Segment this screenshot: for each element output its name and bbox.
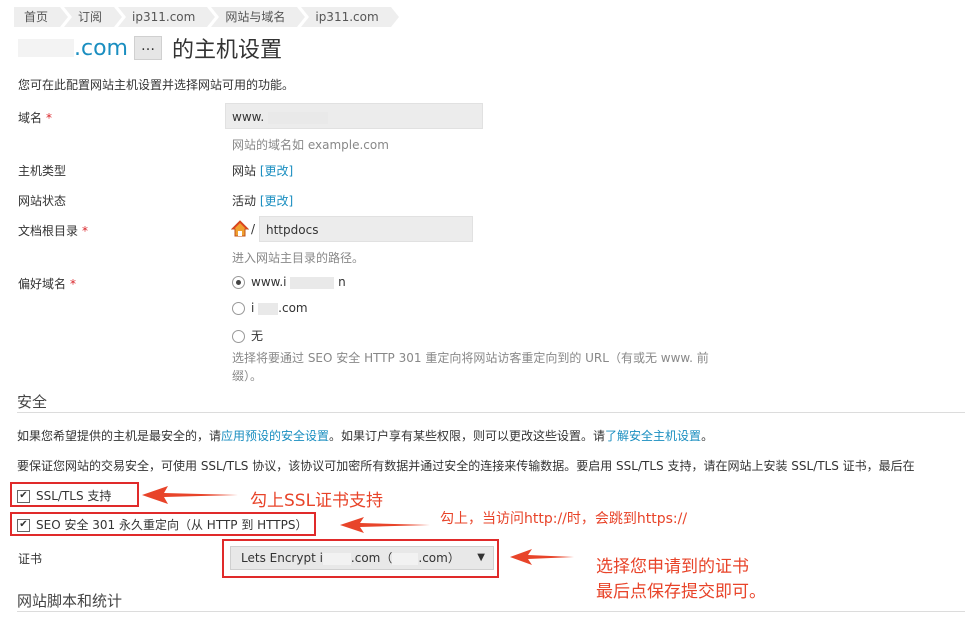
security-paragraph: 如果您希望提供的主机是最安全的，请应用预设的安全设置。如果订户享有某些权限，则可… [17,427,713,444]
ssl-support-checkbox[interactable]: ✔ SSL/TLS 支持 [17,487,111,504]
checkmark-icon[interactable]: ✔ [17,519,30,532]
chevron-down-icon[interactable]: ▼ [477,547,485,569]
preferred-domain-hint-line2: 缀）。 [232,369,263,383]
redacted-text [392,552,419,565]
certificate-label: 证书 [18,552,43,566]
seo-redirect-label: SEO 安全 301 永久重定向（从 HTTP 到 HTTPS） [36,518,308,532]
redacted-text [258,302,279,315]
doc-root-input-value: httpdocs [266,223,319,237]
breadcrumb-home[interactable]: 首页 [14,7,69,27]
option-label: www.i [251,275,287,289]
breadcrumb-subscriptions[interactable]: 订阅 [64,7,123,27]
annotation-redirect: 勾上，当访问http://时，会跳到https:// [440,511,688,527]
domain-label-text: 域名 [18,111,43,125]
page-description: 您可在此配置网站主机设置并选择网站可用的功能。 [18,78,295,92]
radio-unselected[interactable] [232,302,245,315]
left-arrow-icon [142,486,238,504]
section-divider [17,412,965,413]
page-title: .com … 的主机设置 [18,32,282,64]
security-section-title: 安全 [17,393,48,411]
host-type-change-link[interactable]: [更改] [260,164,293,178]
apply-preset-link[interactable]: 应用预设的安全设置 [221,429,329,443]
domain-input-value: www. [232,110,265,124]
preferred-domain-hint-line1: 选择将要通过 SEO 安全 HTTP 301 重定向将网站访客重定向到的 URL… [232,351,709,365]
certificate-select[interactable]: Lets Encrypt i .com（ .com） ▼ [230,546,494,570]
certificate-value: Lets Encrypt i [241,551,323,565]
scripts-section-title: 网站脚本和统计 [17,592,123,610]
left-arrow-icon [510,549,574,565]
option-label-suffix: .com [278,301,308,315]
breadcrumb-subscription[interactable]: ip311.com [118,7,216,27]
radio-selected[interactable] [232,276,245,289]
learn-secure-hosting-link[interactable]: 了解安全主机设置 [605,429,701,443]
option-label: i [251,301,255,315]
doc-root-input[interactable]: httpdocs [259,216,473,242]
annotation-certificate-line1: 选择您申请到的证书 [596,557,749,577]
redacted-text [18,39,74,57]
more-button[interactable]: … [133,36,162,60]
domain-hint: 网站的域名如 example.com [232,138,389,152]
redacted-text [322,552,351,565]
preferred-domain-label: 偏好域名 * [18,275,76,292]
required-mark: * [46,111,53,125]
certificate-value: .com（ [350,551,393,565]
title-domain: .com [74,35,128,61]
option-label: 无 [251,329,264,343]
redacted-text [267,111,328,124]
title-heading: 的主机设置 [171,38,282,63]
site-status-label: 网站状态 [18,194,67,208]
breadcrumb-current-domain[interactable]: ip311.com [301,7,400,27]
redacted-text [290,276,335,289]
site-status-change-link[interactable]: [更改] [260,194,293,208]
doc-root-hint: 进入网站主目录的路径。 [232,251,365,265]
radio-unselected[interactable] [232,330,245,343]
breadcrumb-websites-domains[interactable]: 网站与域名 [211,7,306,27]
preferred-domain-option-bare[interactable]: i .com [232,301,308,315]
security-text: 如果您希望提供的主机是最安全的，请 [17,429,222,443]
annotation-certificate-line2: 最后点保存提交即可。 [596,582,766,602]
doc-root-label: 文档根目录 * [18,222,88,239]
option-label-suffix: n [338,275,346,289]
security-text: 。如果订户享有某些权限，则可以更改这些设置。请 [329,429,606,443]
security-text: 。 [701,429,714,443]
breadcrumb: 首页 订阅 ip311.com 网站与域名 ip311.com [14,7,400,27]
certificate-value: .com） [418,551,460,565]
preferred-domain-option-none[interactable]: 无 [232,327,263,344]
domain-label: 域名 * [18,109,52,126]
ssl-support-label: SSL/TLS 支持 [36,489,112,503]
host-type-value: 网站 [232,164,257,178]
ssl-paragraph: 要保证您网站的交易安全，可使用 SSL/TLS 协议，该协议可加密所有数据并通过… [17,459,915,473]
annotation-ssl: 勾上SSL证书支持 [250,491,384,511]
domain-input[interactable]: www. [225,103,483,129]
required-mark: * [70,277,77,291]
host-type-label: 主机类型 [18,164,67,178]
left-arrow-icon [340,517,430,533]
section-divider [17,611,965,612]
seo-redirect-checkbox[interactable]: ✔ SEO 安全 301 永久重定向（从 HTTP 到 HTTPS） [17,516,307,533]
home-icon [230,220,250,238]
checkmark-icon[interactable]: ✔ [17,490,30,503]
preferred-domain-option-www[interactable]: www.i n [232,275,346,289]
doc-root-label-text: 文档根目录 [18,224,79,238]
doc-root-prefix: / [251,222,256,236]
preferred-domain-label-text: 偏好域名 [18,277,67,291]
site-status-value: 活动 [232,194,257,208]
required-mark: * [82,224,89,238]
